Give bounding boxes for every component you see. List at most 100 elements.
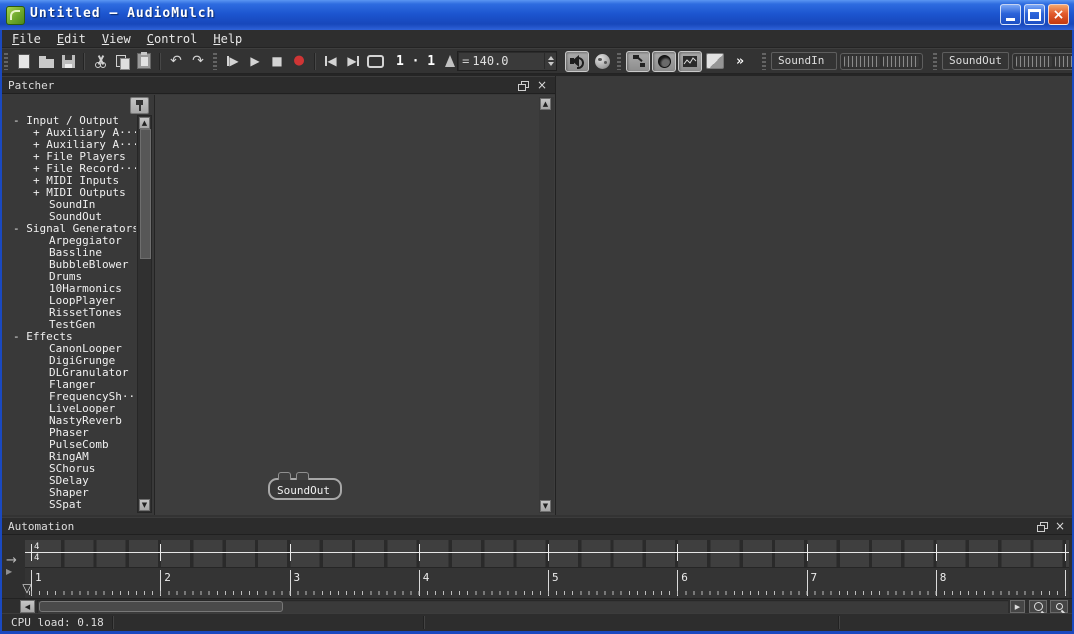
undo-button[interactable]: ↶ — [165, 51, 187, 71]
soundin-meters — [840, 53, 923, 70]
bar-tick — [31, 544, 32, 561]
scrollbar-thumb[interactable] — [39, 601, 283, 612]
bar-line — [31, 570, 32, 596]
toolbar-grip[interactable] — [213, 53, 217, 70]
scroll-left-icon[interactable]: ◀ — [20, 600, 35, 613]
speaker-icon — [570, 55, 584, 67]
soundout-label: SoundOut — [942, 52, 1009, 70]
cut-button[interactable] — [89, 51, 111, 71]
magnifier-icon — [1056, 603, 1063, 610]
bar-line — [807, 570, 808, 596]
automation-header[interactable]: Automation × — [2, 517, 1072, 535]
soundout-node[interactable]: SoundOut — [268, 478, 342, 500]
window-title: Untitled — AudioMulch — [30, 6, 215, 21]
menu-control[interactable]: Control — [139, 32, 206, 46]
redo-button[interactable]: ↷ — [187, 51, 209, 71]
float-panel-icon[interactable] — [518, 81, 529, 91]
bar-line — [677, 570, 678, 596]
magnifier-icon — [1034, 602, 1043, 611]
menu-view[interactable]: View — [94, 32, 139, 46]
copy-button[interactable] — [111, 51, 133, 71]
new-file-icon — [18, 54, 30, 69]
patcher-panel: Patcher × - Input / Output+ Auxiliary A·… — [2, 76, 555, 515]
tempo-spinner[interactable] — [544, 53, 554, 69]
automation-view-button[interactable] — [678, 51, 702, 72]
scroll-right-icon[interactable]: ▶ — [1010, 600, 1025, 613]
go-to-end-button[interactable]: ▶ — [342, 51, 364, 71]
menu-bar: FileEditViewControlHelp — [0, 30, 1074, 48]
track-arrow-icon[interactable]: → — [6, 554, 24, 567]
toolbar-overflow-chevron[interactable]: » — [736, 54, 744, 69]
patcher-header[interactable]: Patcher × — [2, 76, 555, 94]
pin-button[interactable] — [130, 97, 149, 114]
network-button[interactable] — [591, 51, 613, 71]
new-button[interactable] — [13, 51, 35, 71]
patcher-title: Patcher — [8, 79, 54, 92]
zoom-in-button[interactable] — [1029, 600, 1047, 613]
stop-icon: ■ — [271, 55, 282, 67]
bar-ruler[interactable]: ▽ 12345678 — [25, 567, 1069, 598]
maximize-button[interactable] — [1024, 4, 1045, 25]
open-folder-icon — [39, 59, 54, 68]
copy-icon — [116, 55, 129, 68]
go-to-start-button[interactable]: ◀ — [320, 51, 342, 71]
bar-number: 2 — [164, 571, 171, 584]
loop-button[interactable] — [364, 51, 386, 71]
paste-button[interactable] — [133, 51, 155, 71]
horizontal-scrollbar[interactable]: ◀ ▶ — [2, 598, 1072, 614]
toolbar-grip[interactable] — [4, 53, 8, 70]
bar-tick — [548, 544, 549, 561]
open-button[interactable] — [35, 51, 57, 71]
save-button[interactable] — [57, 51, 79, 71]
toolbar-grip[interactable] — [933, 53, 937, 70]
title-bar[interactable]: Untitled — AudioMulch × — [0, 0, 1074, 30]
close-button[interactable]: × — [1048, 4, 1069, 25]
node-input-tab[interactable] — [278, 472, 291, 480]
workspace-background — [556, 76, 1072, 515]
play-from-button[interactable]: ▶ — [222, 51, 244, 71]
patcher-view-button[interactable] — [626, 51, 650, 72]
properties-button[interactable] — [704, 51, 726, 71]
menu-help[interactable]: Help — [205, 32, 250, 46]
node-input-tab[interactable] — [296, 472, 309, 480]
level-meter — [844, 56, 880, 67]
skip-back-icon: ◀ — [327, 55, 336, 67]
tree-item[interactable]: SSpat — [4, 499, 136, 511]
float-panel-icon[interactable] — [1037, 522, 1048, 532]
knob-icon — [658, 55, 671, 68]
time-signature-track[interactable]: 4 4 — [25, 540, 1069, 567]
mixer-view-button[interactable] — [652, 51, 676, 72]
scroll-down-icon[interactable]: ▼ — [540, 500, 551, 512]
pin-icon — [135, 100, 145, 111]
bar-tick — [936, 544, 937, 561]
play-button[interactable]: ▶ — [244, 51, 266, 71]
menu-file[interactable]: File — [4, 32, 49, 46]
scroll-up-icon[interactable]: ▲ — [540, 98, 551, 110]
bar-tick — [677, 544, 678, 561]
scroll-up-icon[interactable]: ▲ — [139, 117, 150, 129]
scrollbar-thumb[interactable] — [140, 129, 151, 259]
record-button[interactable]: ● — [288, 51, 310, 71]
toolbar-grip[interactable] — [617, 53, 621, 70]
close-panel-icon[interactable]: × — [1055, 519, 1065, 533]
tempo-value[interactable]: 140.0 — [472, 54, 544, 68]
patcher-canvas[interactable]: SoundOut ▲ ▼ — [155, 95, 555, 515]
stop-button[interactable]: ■ — [266, 51, 288, 71]
track-expand-icon[interactable]: ▶ — [6, 567, 24, 577]
toolbar-grip[interactable] — [762, 53, 766, 70]
app-icon — [6, 6, 25, 25]
close-panel-icon[interactable]: × — [537, 78, 547, 92]
tempo-field[interactable]: = 140.0 — [457, 51, 557, 71]
bar-tick — [290, 544, 291, 561]
scroll-down-icon[interactable]: ▼ — [139, 499, 150, 511]
menu-edit[interactable]: Edit — [49, 32, 94, 46]
canvas-scrollbar[interactable]: ▲ ▼ — [539, 97, 554, 513]
zoom-out-button[interactable] — [1050, 600, 1068, 613]
scrollbar-track[interactable] — [37, 600, 1008, 613]
bar-tick — [807, 544, 808, 561]
tree-scrollbar[interactable]: ▲ ▼ — [137, 115, 152, 513]
bar-beat-display: 1 · 1 — [396, 54, 435, 69]
soundout-meters — [1012, 53, 1074, 70]
minimize-button[interactable] — [1000, 4, 1021, 25]
audio-enable-button[interactable] — [565, 51, 589, 72]
